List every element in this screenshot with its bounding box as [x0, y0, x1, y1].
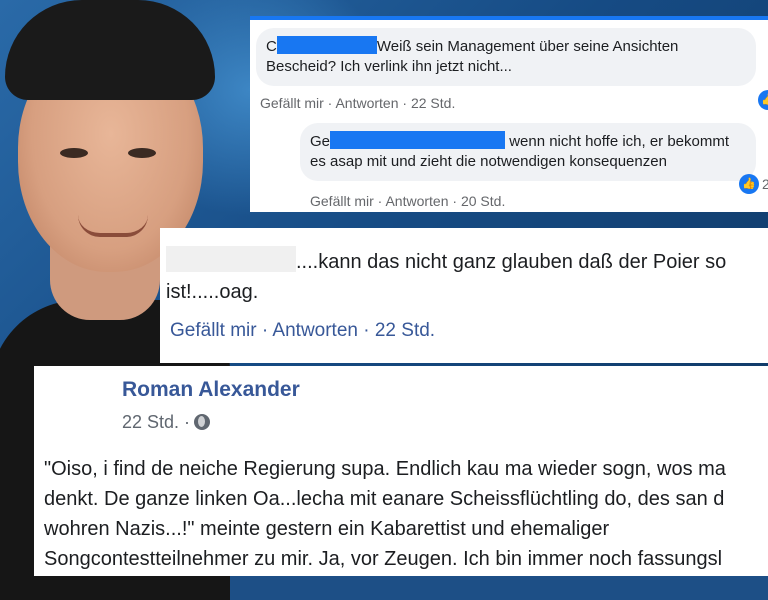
- reply-bubble: Ge wenn nicht hoffe ich, er bekommt es a…: [300, 123, 756, 181]
- comment-text-line1: ....kann das nicht ganz glauben daß der …: [296, 251, 727, 273]
- reply-link[interactable]: Antworten: [335, 95, 398, 111]
- comment-thread-card: C Weiß sein Management über seine Ansicht…: [250, 16, 768, 212]
- comment-actions: Gefällt mir · Antworten · 22 Std.: [170, 320, 436, 341]
- cap: [5, 0, 215, 100]
- comment-bubble: C Weiß sein Management über seine Ansicht…: [256, 28, 756, 86]
- mouth: [78, 215, 148, 237]
- reply-link[interactable]: Antworten: [385, 193, 448, 209]
- reply-link[interactable]: Antworten: [272, 320, 358, 341]
- comment-author-initial[interactable]: C: [266, 38, 277, 55]
- like-count[interactable]: 2: [762, 176, 768, 192]
- comment-time[interactable]: 22 Std.: [411, 95, 455, 111]
- post-author[interactable]: Roman Alexander: [122, 378, 300, 402]
- post-card: Roman Alexander 22 Std. · "Oiso, i find …: [34, 366, 768, 576]
- comment-actions: Gefällt mir · Antworten · 22 Std.: [260, 95, 456, 111]
- reply-time[interactable]: 20 Std.: [461, 193, 505, 209]
- like-link[interactable]: Gefällt mir: [310, 193, 374, 209]
- comment-text: ....kann das nicht ganz glauben daß der …: [166, 246, 768, 307]
- post-line: denkt. De ganze linken Oa...lecha mit ea…: [44, 488, 725, 510]
- post-line: wohren Nazis...!" meinte gestern ein Kab…: [44, 518, 610, 540]
- post-meta: 22 Std. ·: [122, 412, 211, 433]
- like-icon: 👍: [739, 174, 759, 194]
- redacted-name: [330, 131, 506, 149]
- reply-text-line1: wenn nicht hoffe ich, er bekommt: [509, 133, 730, 150]
- right-eye: [128, 148, 156, 158]
- like-link[interactable]: Gefällt mir: [170, 320, 257, 341]
- redacted-name: [276, 36, 377, 54]
- left-eye: [60, 148, 88, 158]
- post-text: "Oiso, i find de neiche Regierung supa. …: [44, 454, 768, 574]
- comment-card: ....kann das nicht ganz glauben daß der …: [160, 228, 768, 363]
- comment-text-line2: ist!.....oag.: [166, 281, 259, 303]
- comment-time[interactable]: 22 Std.: [375, 320, 435, 341]
- post-time[interactable]: 22 Std. ·: [122, 412, 190, 432]
- reply-text-line2: es asap mit und zieht die notwendigen ko…: [310, 153, 667, 170]
- reply-author-initial[interactable]: Ge: [310, 133, 330, 150]
- globe-icon: [194, 414, 211, 430]
- like-icon: 👍: [758, 90, 768, 110]
- redacted-name: [166, 246, 296, 272]
- post-line: "Oiso, i find de neiche Regierung supa. …: [44, 458, 726, 480]
- reply-actions: Gefällt mir · Antworten · 20 Std.: [310, 193, 506, 209]
- like-link[interactable]: Gefällt mir: [260, 95, 324, 111]
- post-line: Songcontestteilnehmer zu mir. Ja, vor Ze…: [44, 548, 723, 570]
